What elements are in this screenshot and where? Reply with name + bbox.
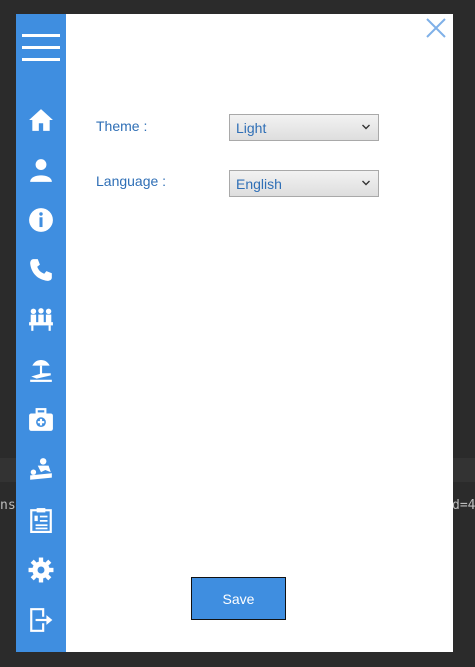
menu-bar-icon (22, 34, 60, 37)
sidebar (16, 14, 66, 652)
theme-select-value: Light (236, 120, 267, 136)
theme-label: Theme : (96, 118, 148, 134)
language-select[interactable]: English (229, 170, 379, 197)
sidebar-item-meeting[interactable] (27, 306, 55, 334)
sidebar-item-clipboard[interactable] (27, 506, 55, 534)
background-text-left: ns (0, 498, 16, 513)
clipboard-icon (30, 508, 52, 533)
sidebar-item-settings[interactable] (27, 556, 55, 584)
meeting-icon (29, 308, 53, 331)
background-text-right: d=4 (452, 498, 475, 513)
save-button[interactable]: Save (191, 577, 286, 620)
sidebar-item-massage[interactable] (27, 456, 55, 484)
home-icon (29, 109, 53, 131)
beach-icon (30, 359, 52, 382)
language-select-value: English (236, 176, 282, 192)
user-icon (30, 159, 52, 182)
sidebar-item-user[interactable] (27, 156, 55, 184)
logout-icon (30, 608, 53, 632)
hamburger-menu-button[interactable] (22, 34, 60, 62)
language-label: Language : (96, 173, 167, 189)
gear-icon (28, 557, 54, 583)
sidebar-item-home[interactable] (27, 106, 55, 134)
sidebar-item-medical[interactable] (27, 406, 55, 434)
sidebar-item-logout[interactable] (27, 606, 55, 634)
sidebar-item-phone[interactable] (27, 256, 55, 284)
menu-bar-icon (22, 58, 60, 61)
info-icon (29, 208, 53, 232)
chevron-down-icon (362, 124, 370, 130)
sidebar-item-info[interactable] (27, 206, 55, 234)
phone-icon (30, 259, 52, 281)
theme-select[interactable]: Light (229, 114, 379, 141)
settings-dialog: Theme : Light Language : English Save (16, 14, 453, 652)
medical-kit-icon (29, 408, 53, 431)
menu-bar-icon (22, 46, 60, 49)
close-button[interactable] (424, 16, 448, 40)
chevron-down-icon (362, 180, 370, 186)
sidebar-item-beach[interactable] (27, 356, 55, 384)
massage-icon (30, 458, 52, 480)
close-icon (426, 18, 446, 38)
